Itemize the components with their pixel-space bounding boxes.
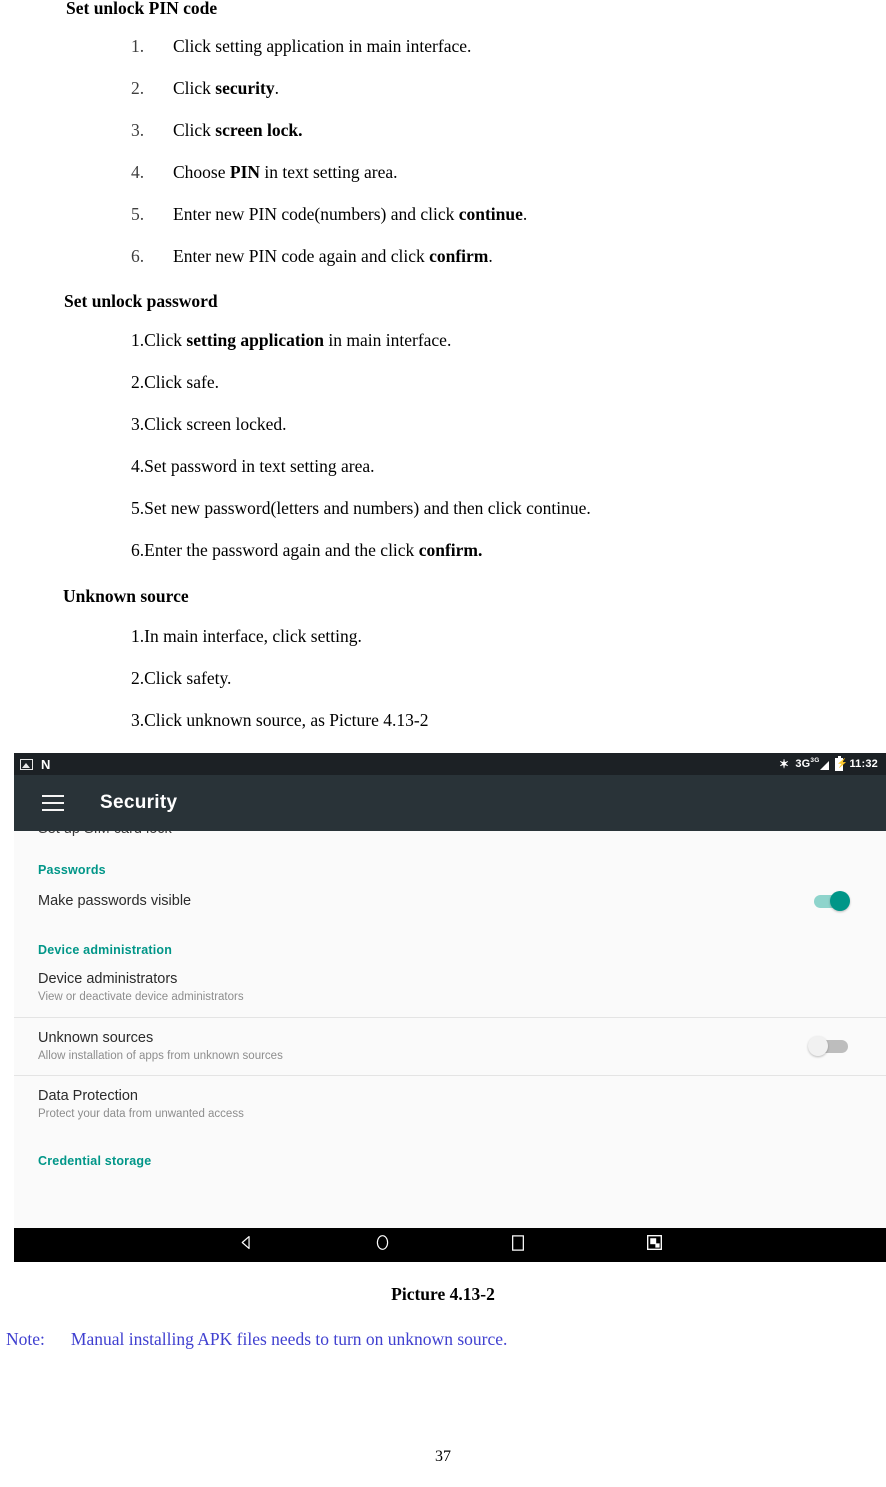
list-item: 2.Click safety. <box>131 668 428 712</box>
list-marker: 1. <box>131 36 145 56</box>
network-type-label: 3G <box>795 758 811 770</box>
list-marker: 5. <box>131 204 145 224</box>
list-text: Click setting application in main interf… <box>173 36 472 56</box>
list-item-title: Make passwords visible <box>38 892 192 909</box>
app-bar-title: Security <box>100 792 178 813</box>
list-item: 3.Click screen locked. <box>131 414 591 458</box>
screenshot-image-icon <box>20 758 33 770</box>
list-item: 3.Click unknown source, as Picture 4.13-… <box>131 710 429 754</box>
section-heading-unknown-source: Unknown source <box>63 586 189 606</box>
home-icon <box>374 1233 391 1257</box>
list-item-unknown-sources[interactable]: Unknown sources Allow installation of ap… <box>14 1016 886 1076</box>
battery-charging-icon <box>835 755 848 771</box>
list-text: 2.Click safety. <box>131 668 232 688</box>
unknown-sources-toggle[interactable] <box>804 1035 850 1057</box>
list-item: 1.In main interface, click setting. <box>131 626 428 670</box>
status-bar-clock: 11:32 <box>849 758 878 770</box>
list-text: 1.Click setting application in main inte… <box>131 330 452 350</box>
list-item-title: Device administrators <box>38 971 178 987</box>
list-item-data-protection[interactable]: Data Protection Protect your data from u… <box>14 1075 886 1134</box>
list-item: 5.Set new password(letters and numbers) … <box>131 498 591 542</box>
hamburger-menu-icon[interactable] <box>42 795 64 811</box>
home-button[interactable] <box>314 1228 450 1262</box>
list-text: Click security. <box>173 78 279 98</box>
status-bar-right-icons: ✶ 3G 3G 11:32 <box>779 755 878 771</box>
navigation-bar <box>14 1228 886 1262</box>
note-line: Note: Manual installing APK files needs t… <box>6 1329 507 1350</box>
list-text: 4.Set password in text setting area. <box>131 456 375 476</box>
list-text: 2.Click safe. <box>131 372 219 392</box>
figure-caption: Picture 4.13-2 <box>391 1284 495 1304</box>
cellular-network-indicator: 3G 3G <box>795 757 830 770</box>
list-item: 2.Click safe. <box>131 372 591 416</box>
steps-list-unknown-source: 1.In main interface, click setting. 2.Cl… <box>131 626 429 754</box>
list-item-texts: Data Protection Protect your data from u… <box>38 1087 862 1123</box>
note-label: Note: <box>6 1329 45 1349</box>
category-header-passwords: Passwords <box>38 863 106 877</box>
back-button[interactable] <box>178 1228 314 1262</box>
app-bar: Security <box>14 775 886 831</box>
list-item: 5. Enter new PIN code(numbers) and click… <box>131 204 528 248</box>
signal-strength-icon <box>820 761 830 770</box>
back-icon <box>238 1234 255 1256</box>
android-screenshot-figure: N ✶ 3G 3G 11:32 Security Set up SIM card… <box>14 753 886 1262</box>
list-text: 5.Set new password(letters and numbers) … <box>131 498 591 518</box>
nfc-icon: N <box>41 756 51 772</box>
list-text: Enter new PIN code again and click confi… <box>173 246 493 266</box>
list-item: 6. Enter new PIN code again and click co… <box>131 246 527 290</box>
list-text: Choose PIN in text setting area. <box>173 162 398 182</box>
list-item-sim-card-lock-clipped[interactable]: Set up SIM card lock <box>14 831 886 843</box>
list-text: Enter new PIN code(numbers) and click co… <box>173 204 528 224</box>
toggle-thumb <box>830 891 850 911</box>
list-item-texts: Make passwords visible <box>38 892 804 910</box>
list-marker: 2. <box>131 78 145 98</box>
list-item-label: Set up SIM card lock <box>38 831 172 837</box>
status-bar-left-icons: N <box>20 758 50 771</box>
toggle-thumb <box>808 1036 828 1057</box>
list-item: 1.Click setting application in main inte… <box>131 330 591 374</box>
bluetooth-icon: ✶ <box>779 757 790 771</box>
list-item: 4.Set password in text setting area. <box>131 456 591 500</box>
screenshot-button[interactable] <box>586 1228 722 1262</box>
category-header-device-administration: Device administration <box>38 943 173 957</box>
steps-list-set-unlock-password: 1.Click setting application in main inte… <box>131 330 591 584</box>
page-number: 37 <box>435 1448 451 1465</box>
list-marker: 3. <box>131 120 145 140</box>
list-item-texts: Device administrators View or deactivate… <box>38 970 862 1006</box>
status-bar: N ✶ 3G 3G 11:32 <box>14 753 886 775</box>
settings-list[interactable]: Set up SIM card lock Passwords Make pass… <box>14 831 886 1228</box>
list-text: 3.Click screen locked. <box>131 414 287 434</box>
list-item-title: Data Protection <box>38 1088 138 1105</box>
section-heading-set-unlock-pin-code: Set unlock PIN code <box>66 0 218 18</box>
list-item-subtitle: View or deactivate device administrators <box>38 991 244 1004</box>
recents-icon <box>510 1234 526 1257</box>
list-item-subtitle: Protect your data from unwanted access <box>38 1108 244 1121</box>
list-text: Click screen lock. <box>173 120 303 140</box>
list-item-texts: Unknown sources Allow installation of ap… <box>38 1029 804 1065</box>
list-text: 1.In main interface, click setting. <box>131 626 362 646</box>
list-text: 3.Click unknown source, as Picture 4.13-… <box>131 710 429 730</box>
list-item: 1. Click setting application in main int… <box>131 36 527 80</box>
list-item-device-administrators[interactable]: Device administrators View or deactivate… <box>14 959 886 1017</box>
list-marker: 4. <box>131 162 145 182</box>
screenshot-icon <box>646 1234 663 1256</box>
make-passwords-visible-toggle[interactable] <box>804 890 850 912</box>
steps-list-set-unlock-pin-code: 1. Click setting application in main int… <box>131 36 528 290</box>
network-type-superscript: 3G <box>810 757 820 764</box>
list-item: 6.Enter the password again and the click… <box>131 540 591 584</box>
note-text: Manual installing APK files needs to tur… <box>70 1329 508 1349</box>
list-item-make-passwords-visible[interactable]: Make passwords visible <box>14 879 886 923</box>
recents-button[interactable] <box>450 1228 586 1262</box>
list-item: 4. Choose PIN in text setting area. <box>131 162 527 206</box>
list-text: 6.Enter the password again and the click… <box>131 540 483 560</box>
section-heading-set-unlock-password: Set unlock password <box>64 291 218 311</box>
list-item-subtitle: Allow installation of apps from unknown … <box>38 1049 283 1062</box>
category-header-credential-storage: Credential storage <box>38 1153 152 1168</box>
list-marker: 6. <box>131 246 145 266</box>
list-item: 3. Click screen lock. <box>131 120 527 164</box>
list-item-title: Unknown sources <box>38 1029 154 1046</box>
list-item: 2. Click security. <box>131 78 527 122</box>
